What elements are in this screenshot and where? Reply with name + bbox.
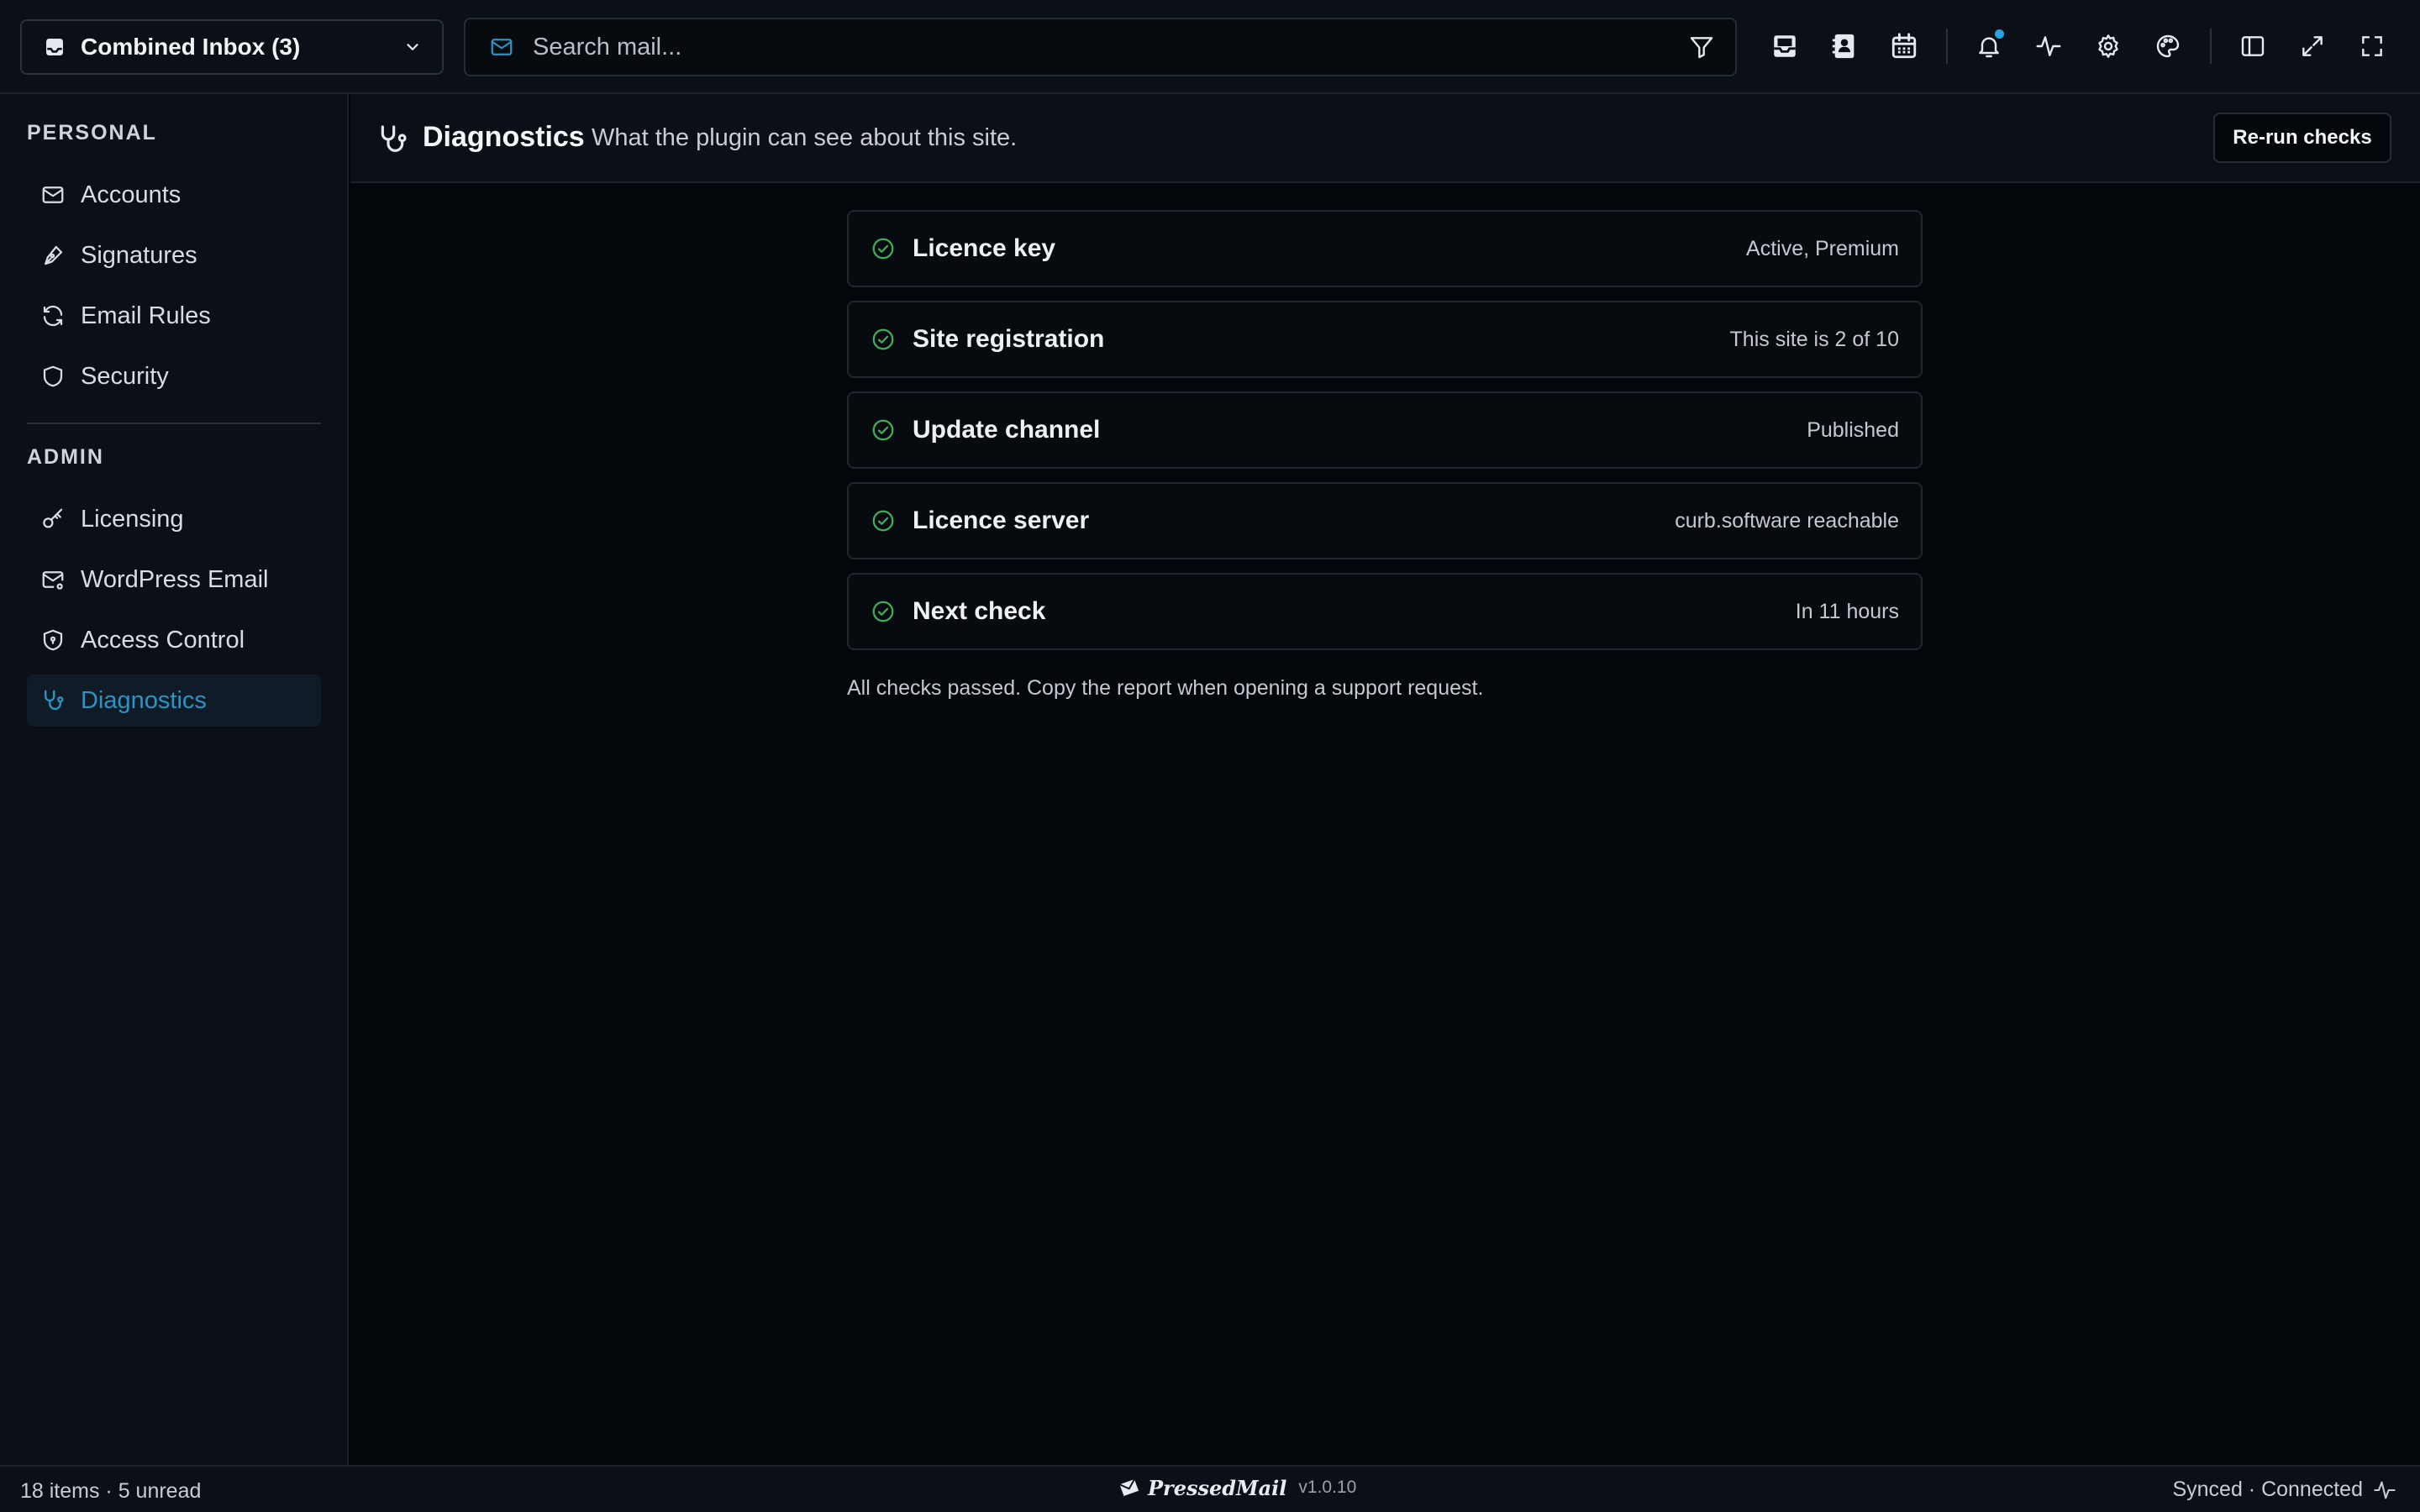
expand-button[interactable] [2296,29,2329,63]
check-name: Licence server [913,507,1090,534]
settings-button[interactable] [2091,29,2125,63]
check-circle-icon [871,508,896,533]
gear-icon [2095,33,2122,60]
activity-button[interactable] [2032,29,2065,63]
sidebar-item-access-control[interactable]: Access Control [27,614,321,666]
brand-logo-text: PressedMail [1148,1475,1287,1500]
sidebar-item-wordpress-email[interactable]: WordPress Email [27,554,321,606]
sidebar-item-diagnostics[interactable]: Diagnostics [27,675,321,727]
sidebar-item-signatures[interactable]: Signatures [27,229,321,281]
connection-status: Synced · Connected [2172,1478,2396,1502]
search-bar [464,18,1737,76]
activity-icon [2373,1478,2396,1502]
brand: PressedMail v1.0.10 [1118,1475,1356,1500]
status-bar: 18 items · 5 unread PressedMail v1.0.10 … [0,1465,2420,1512]
check-row-licence-key: Licence key Active, Premium [847,210,1923,287]
items-summary: 18 items · 5 unread [20,1479,202,1503]
envelope-logo-icon [1118,1475,1143,1500]
check-circle-icon [871,236,896,261]
sidebar-item-label: Diagnostics [81,686,207,714]
check-row-licence-server: Licence server curb.software reachable [847,482,1923,559]
activity-icon [2035,33,2062,60]
check-value: In 11 hours [1795,599,1899,623]
section-title-admin: ADMIN [27,445,104,469]
inbox-selector[interactable]: Combined Inbox (3) [20,19,444,75]
notifications-button[interactable] [1972,29,2006,63]
sidebar-item-label: Security [81,362,169,390]
sidebar-item-label: Access Control [81,626,245,654]
shield-lock-icon [40,627,66,653]
check-row-next-check: Next check In 11 hours [847,573,1923,650]
check-name: Next check [913,597,1046,625]
inbox-icon [44,36,66,58]
stethoscope-icon [376,123,409,156]
check-name: Update channel [913,416,1101,444]
rerun-checks-button[interactable]: Re-run checks [2213,113,2391,163]
toggle-sidebar-button[interactable] [2236,29,2270,63]
sidebar-icon [2239,33,2266,60]
expand-arrows-icon [2299,33,2326,60]
sidebar-item-label: Signatures [81,241,197,269]
pen-icon [40,243,66,268]
filter-icon[interactable] [1688,34,1715,60]
sidebar-item-label: WordPress Email [81,565,269,593]
stethoscope-icon [40,688,66,713]
page-subtitle: What the plugin can see about this site. [592,124,1018,151]
check-row-update-channel: Update channel Published [847,391,1923,469]
check-circle-icon [871,599,896,624]
check-circle-icon [871,327,896,352]
key-icon [40,507,66,532]
chevron-down-icon [403,38,422,56]
sidebar-item-email-rules[interactable]: Email Rules [27,290,321,342]
palette-icon [2154,33,2181,60]
sidebar: PERSONAL Accounts Signatures Email Rules… [0,94,349,1465]
refresh-icon [40,303,66,328]
mail-icon [489,34,514,60]
page-header: Diagnostics What the plugin can see abou… [350,94,2420,183]
shield-icon [40,364,66,389]
inbox-selector-label: Combined Inbox (3) [81,34,301,60]
section-title-personal: PERSONAL [27,121,157,144]
fullscreen-icon [2359,33,2386,60]
toolbar-divider [1946,29,1948,64]
sidebar-item-licensing[interactable]: Licensing [27,493,321,545]
check-name: Licence key [913,234,1056,262]
page-title: Diagnostics [423,121,585,153]
sidebar-item-security[interactable]: Security [27,350,321,402]
calendar-icon [1890,32,1918,60]
fullscreen-button[interactable] [2355,29,2389,63]
checks-summary-note: All checks passed. Copy the report when … [847,676,1484,700]
calendar-button[interactable] [1887,29,1921,63]
sidebar-item-label: Accounts [81,181,182,208]
check-value: curb.software reachable [1675,508,1899,533]
theme-button[interactable] [2151,29,2185,63]
mail-settings-icon [40,567,66,592]
check-name: Site registration [913,325,1105,353]
inbox-tray-icon [1770,32,1799,60]
contacts-button[interactable] [1828,29,1861,63]
inbox-view-button[interactable] [1768,29,1802,63]
notification-dot [1995,29,2004,39]
sidebar-item-accounts[interactable]: Accounts [27,169,321,221]
check-circle-icon [871,417,896,443]
check-value: Active, Premium [1746,236,1899,260]
search-input[interactable] [533,26,1688,68]
check-row-site-registration: Site registration This site is 2 of 10 [847,301,1923,378]
check-value: This site is 2 of 10 [1729,327,1899,351]
sync-status-text: Synced · Connected [2172,1478,2363,1501]
sidebar-item-label: Email Rules [81,302,211,329]
toolbar-divider [2210,29,2212,64]
app-version: v1.0.10 [1298,1478,1357,1497]
top-bar: Combined Inbox (3) [0,0,2420,94]
mail-icon [40,182,66,207]
sidebar-item-label: Licensing [81,505,184,533]
sidebar-divider [27,423,321,424]
check-value: Published [1807,417,1899,442]
contacts-icon [1830,32,1859,60]
